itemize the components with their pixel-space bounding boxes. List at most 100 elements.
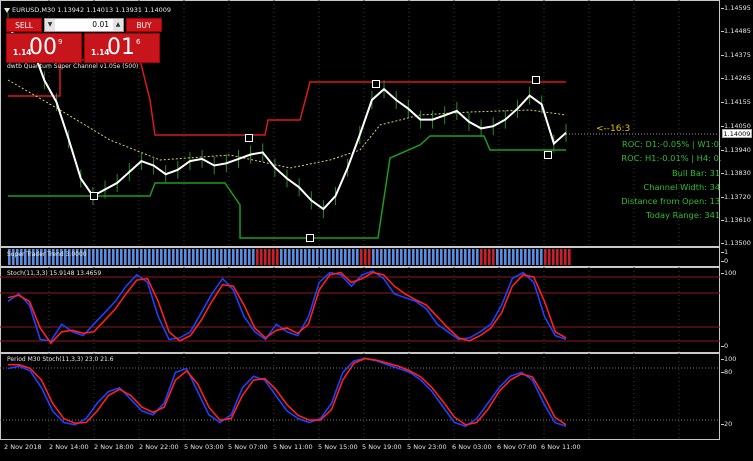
trend-bar bbox=[236, 249, 239, 265]
trend-bar bbox=[388, 249, 391, 265]
ratio-annotation: <--16:3 bbox=[596, 124, 631, 134]
trend-bar bbox=[288, 249, 291, 265]
trend-label: Super Trader Trend 3.0000 bbox=[7, 251, 87, 258]
trend-bar bbox=[148, 249, 151, 265]
trend-bar bbox=[336, 249, 339, 265]
trend-bar bbox=[252, 249, 255, 265]
trend-bar bbox=[528, 249, 531, 265]
price-tick: 1.13830 bbox=[721, 169, 751, 177]
time-axis[interactable]: 2 Nov 2018 2 Nov 14:00 2 Nov 18:00 2 Nov… bbox=[0, 440, 720, 461]
period-stoch-label: Period M30 Stoch(11,3,3) 23.0 21.6 bbox=[7, 356, 114, 363]
price-axis[interactable]: 1.14595 1.14485 1.14375 1.14265 1.14155 … bbox=[721, 0, 753, 247]
trend-histogram bbox=[8, 249, 571, 265]
trend-bar bbox=[152, 249, 155, 265]
trend-bar bbox=[312, 249, 315, 265]
trend-bar bbox=[180, 249, 183, 265]
trend-bar bbox=[184, 249, 187, 265]
chart-menu-icon[interactable] bbox=[4, 7, 10, 13]
trend-bar bbox=[140, 249, 143, 265]
trend-bar bbox=[272, 249, 275, 265]
trend-bar bbox=[468, 249, 471, 265]
trend-bar bbox=[232, 249, 235, 265]
trend-bar bbox=[124, 249, 127, 265]
price-tick: 1.14375 bbox=[721, 51, 751, 59]
lot-increase-arrow-icon[interactable]: ▲ bbox=[113, 19, 123, 31]
trend-bar bbox=[544, 249, 547, 265]
period-stoch-chart bbox=[0, 353, 720, 440]
trend-bar bbox=[360, 249, 363, 265]
price-tick: 1.14485 bbox=[721, 27, 751, 35]
time-tick: 5 Nov 19:00 bbox=[362, 443, 402, 451]
time-tick: 5 Nov 23:00 bbox=[407, 443, 447, 451]
trend-bar bbox=[188, 249, 191, 265]
trend-bar bbox=[304, 249, 307, 265]
trend-bar bbox=[500, 249, 503, 265]
price-tick: 1.14155 bbox=[721, 98, 751, 106]
trend-bar bbox=[100, 249, 103, 265]
trend-bar bbox=[532, 249, 535, 265]
trend-bar bbox=[392, 249, 395, 265]
trend-bar bbox=[284, 249, 287, 265]
trend-bar bbox=[216, 249, 219, 265]
sell-price-quote[interactable]: 1.14 00 9 bbox=[6, 33, 82, 63]
lot-size-field[interactable]: ▼ 0.01 ▲ bbox=[44, 18, 124, 32]
price-tick: 1.13940 bbox=[721, 146, 751, 154]
trend-bar bbox=[248, 249, 251, 265]
trend-bar bbox=[496, 249, 499, 265]
trend-bar bbox=[416, 249, 419, 265]
current-price-tag: 1.14009 bbox=[722, 129, 752, 138]
time-tick: 2 Nov 18:00 bbox=[94, 443, 134, 451]
time-tick: 2 Nov 22:00 bbox=[139, 443, 179, 451]
trend-bar bbox=[484, 249, 487, 265]
trend-bar bbox=[328, 249, 331, 265]
trend-bar bbox=[292, 249, 295, 265]
lot-value[interactable]: 0.01 bbox=[92, 20, 109, 29]
lot-decrease-arrow-icon[interactable]: ▼ bbox=[45, 19, 55, 31]
time-tick: 5 Nov 03:00 bbox=[184, 443, 224, 451]
trend-bar bbox=[276, 249, 279, 265]
pivot-marker bbox=[532, 76, 540, 84]
trend-bar bbox=[120, 249, 123, 265]
trend-bar bbox=[96, 249, 99, 265]
price-tick: 1.14595 bbox=[721, 4, 751, 12]
trend-bar bbox=[200, 249, 203, 265]
buy-price-quote[interactable]: 1.14 01 6 bbox=[84, 33, 160, 63]
price-tick: 1.14265 bbox=[721, 74, 751, 82]
stoch-label: Stoch(11,3,3) 15.9148 13.4659 bbox=[7, 270, 102, 277]
price-tick: 1.13500 bbox=[721, 239, 751, 247]
time-tick: 5 Nov 15:00 bbox=[318, 443, 358, 451]
buy-button[interactable]: BUY bbox=[126, 18, 162, 32]
trend-bar bbox=[92, 249, 95, 265]
trend-bar bbox=[332, 249, 335, 265]
trend-bar bbox=[412, 249, 415, 265]
trend-bar bbox=[104, 249, 107, 265]
trend-bar bbox=[448, 249, 451, 265]
trend-bar bbox=[536, 249, 539, 265]
trend-bar bbox=[400, 249, 403, 265]
mid-channel-line bbox=[7, 79, 567, 169]
price-tick: 1.13720 bbox=[721, 193, 751, 201]
trend-bar bbox=[300, 249, 303, 265]
trend-bar bbox=[568, 249, 571, 265]
indicator-label: dwtb Quantum Super Channel v1.05e (500) bbox=[7, 63, 139, 70]
trend-bar bbox=[348, 249, 351, 265]
trend-bar bbox=[264, 249, 267, 265]
pivot-marker bbox=[306, 234, 314, 242]
trend-bar bbox=[396, 249, 399, 265]
trend-bar bbox=[524, 249, 527, 265]
pivot-marker bbox=[90, 192, 98, 200]
price-tick: 1.13610 bbox=[721, 216, 751, 224]
trend-bar bbox=[168, 249, 171, 265]
trend-bar bbox=[192, 249, 195, 265]
trend-bar bbox=[224, 249, 227, 265]
trend-bar bbox=[480, 249, 483, 265]
time-tick: 6 Nov 03:00 bbox=[452, 443, 492, 451]
trend-bar bbox=[364, 249, 367, 265]
trend-bar bbox=[420, 249, 423, 265]
stoch-signal-line bbox=[8, 357, 567, 426]
trend-bar bbox=[132, 249, 135, 265]
trend-bar bbox=[324, 249, 327, 265]
trend-bar bbox=[376, 249, 379, 265]
time-tick: 2 Nov 2018 bbox=[4, 443, 42, 451]
sell-button[interactable]: SELL bbox=[6, 18, 42, 32]
